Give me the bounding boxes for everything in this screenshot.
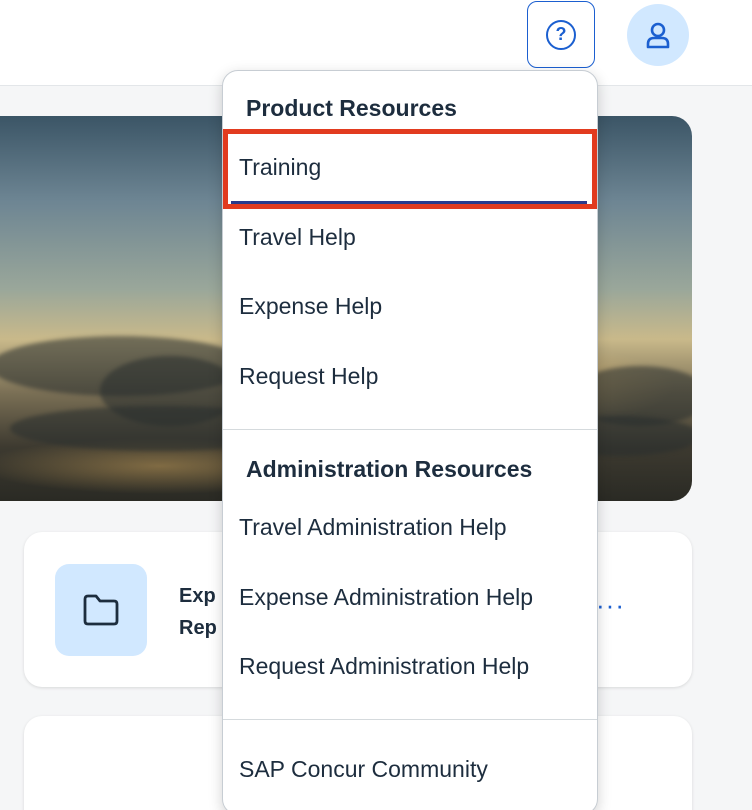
menu-item-expense-admin-help[interactable]: Expense Administration Help — [239, 584, 533, 611]
menu-item-travel-help[interactable]: Travel Help — [239, 224, 356, 251]
menu-item-request-admin-help[interactable]: Request Administration Help — [239, 653, 529, 680]
menu-item-travel-admin-help[interactable]: Travel Administration Help — [239, 514, 507, 541]
user-avatar-button[interactable] — [627, 4, 689, 66]
more-options-icon[interactable]: ··· — [596, 590, 625, 621]
menu-item-sap-concur-community[interactable]: SAP Concur Community — [239, 756, 488, 783]
user-icon — [646, 22, 670, 49]
help-button[interactable]: ? — [527, 1, 595, 68]
help-menu-dropdown: Product Resources Training Travel Help E… — [222, 70, 598, 810]
folder-icon — [83, 594, 119, 626]
menu-item-training[interactable]: Training — [239, 154, 321, 181]
menu-divider — [223, 429, 597, 430]
menu-item-request-help[interactable]: Request Help — [239, 363, 378, 390]
administration-resources-header: Administration Resources — [246, 456, 533, 482]
menu-item-expense-help[interactable]: Expense Help — [239, 293, 382, 320]
help-circle-icon: ? — [546, 19, 576, 50]
menu-divider — [223, 719, 597, 720]
folder-tile — [55, 564, 147, 656]
product-resources-header: Product Resources — [246, 95, 457, 121]
